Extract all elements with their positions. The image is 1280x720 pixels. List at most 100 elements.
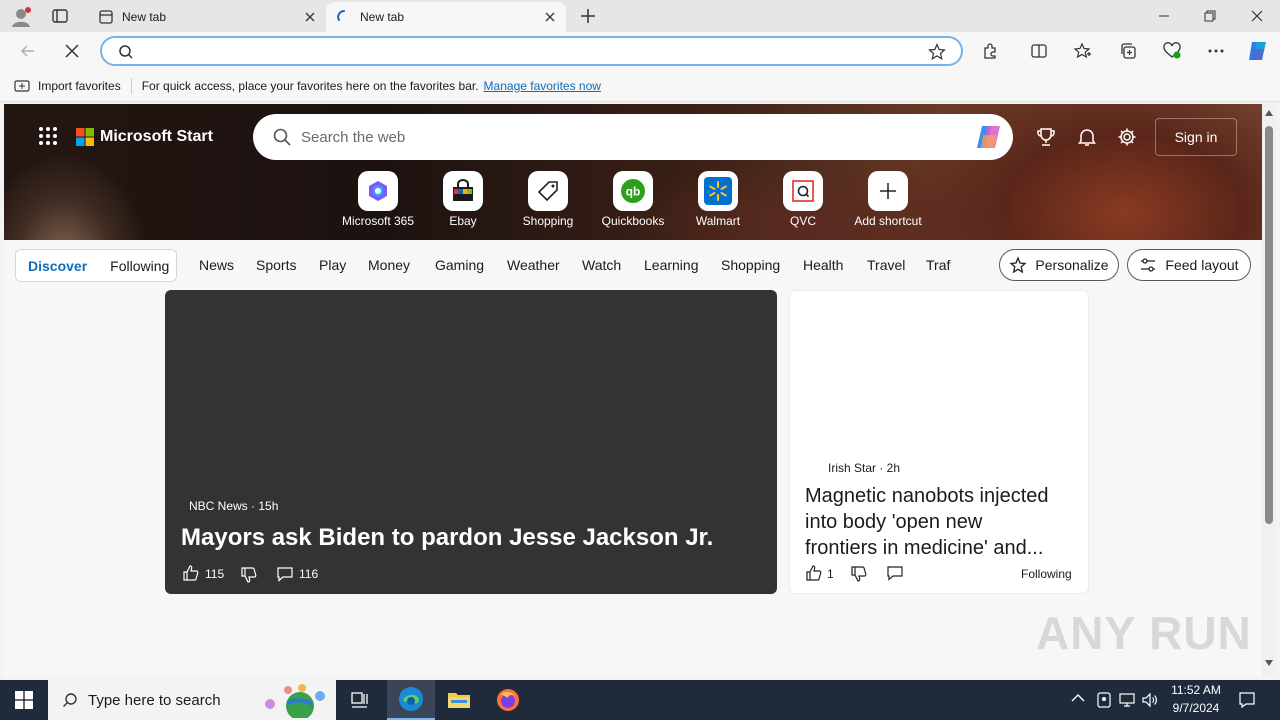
web-search-box[interactable]: Search the web	[253, 114, 1013, 160]
nav-item-money[interactable]: Money	[368, 257, 410, 273]
rewards-trophy-icon[interactable]	[1036, 127, 1056, 147]
close-window-button[interactable]	[1234, 0, 1280, 32]
like-count: 115	[205, 567, 225, 581]
star-favorite-icon[interactable]	[928, 43, 946, 61]
notifications-bell-icon[interactable]	[1077, 127, 1097, 147]
start-button[interactable]	[0, 680, 48, 720]
favorites-icon[interactable]	[1067, 35, 1099, 67]
shortcut-microsoft-365[interactable]: Microsoft 365	[336, 171, 420, 228]
card-headline[interactable]: Magnetic nanobots injected into body 'op…	[805, 483, 1049, 561]
notifications-icon[interactable]	[1238, 691, 1256, 709]
thumbs-up-icon[interactable]	[805, 564, 823, 582]
feed-layout-button[interactable]: Feed layout	[1127, 249, 1251, 281]
shortcut-quickbooks[interactable]: qb Quickbooks	[591, 171, 675, 228]
comment-icon[interactable]	[276, 565, 294, 583]
watermark: ANY RUN	[1036, 607, 1252, 659]
nav-item-watch[interactable]: Watch	[582, 257, 621, 273]
tab-active[interactable]: New tab	[326, 2, 566, 32]
chevron-up-icon[interactable]	[1071, 693, 1085, 703]
firefox-icon[interactable]	[484, 680, 532, 720]
more-options-icon[interactable]	[1200, 35, 1232, 67]
comment-count: 116	[299, 567, 319, 581]
browser-essentials-icon[interactable]	[1156, 35, 1188, 67]
nav-item-weather[interactable]: Weather	[507, 257, 560, 273]
brand-title[interactable]: Microsoft Start	[100, 128, 213, 146]
following-label[interactable]: Following	[1021, 567, 1072, 581]
card-headline-line: into body 'open new	[805, 511, 983, 533]
address-input[interactable]	[142, 42, 902, 62]
import-favorites-button[interactable]: Import favorites	[38, 79, 121, 93]
shortcut-add[interactable]: Add shortcut	[846, 171, 930, 228]
stop-loading-button[interactable]	[56, 35, 88, 67]
thumbs-down-icon[interactable]	[850, 565, 868, 583]
taskbar-search[interactable]: Type here to search	[48, 680, 336, 720]
hero-banner: Microsoft Start Search the web Sign in M…	[4, 104, 1262, 240]
extensions-icon[interactable]	[975, 35, 1007, 67]
nav-item-shopping[interactable]: Shopping	[721, 257, 780, 273]
quickbooks-icon: qb	[613, 171, 653, 211]
file-explorer-icon[interactable]	[435, 680, 483, 720]
restore-button[interactable]	[1187, 0, 1233, 32]
nav-item-gaming[interactable]: Gaming	[435, 257, 484, 273]
split-screen-icon[interactable]	[1023, 35, 1055, 67]
nav-item-sports[interactable]: Sports	[256, 257, 296, 273]
new-tab-button[interactable]	[578, 6, 598, 26]
microsoft-logo-icon	[76, 128, 94, 146]
minimize-button[interactable]	[1141, 0, 1187, 32]
nav-item-learning[interactable]: Learning	[644, 257, 699, 273]
nav-item-travel[interactable]: Travel	[867, 257, 905, 273]
vertical-scrollbar[interactable]	[1262, 104, 1276, 676]
svg-text:qb: qb	[626, 185, 641, 199]
close-icon[interactable]	[302, 9, 318, 25]
personalize-label: Personalize	[1035, 257, 1109, 273]
scrollbar-thumb[interactable]	[1265, 126, 1273, 524]
nav-item-play[interactable]: Play	[319, 257, 346, 273]
sign-in-button[interactable]: Sign in	[1155, 118, 1237, 156]
network-icon[interactable]	[1118, 691, 1136, 709]
meet-now-icon[interactable]	[1096, 691, 1112, 709]
like-count: 1	[827, 567, 834, 581]
scroll-down-arrow-icon[interactable]	[1265, 660, 1273, 666]
tab-title: New tab	[360, 10, 405, 24]
scroll-up-arrow-icon[interactable]	[1265, 110, 1273, 116]
clock-time[interactable]: 11:52 AM	[1170, 683, 1222, 697]
card-headline-line: Magnetic nanobots injected	[805, 485, 1049, 507]
tab-actions-icon[interactable]	[50, 6, 70, 26]
copilot-icon[interactable]	[1242, 35, 1274, 67]
clock-date[interactable]: 9/7/2024	[1170, 701, 1222, 715]
news-card-featured[interactable]: NBC News · 15h Mayors ask Biden to pardo…	[165, 290, 777, 594]
copilot-icon[interactable]	[973, 121, 1005, 153]
edge-taskbar-icon[interactable]	[387, 680, 435, 720]
card-headline[interactable]: Mayors ask Biden to pardon Jesse Jackson…	[181, 524, 713, 552]
nav-item-health[interactable]: Health	[803, 257, 843, 273]
thumbs-up-icon[interactable]	[182, 564, 200, 582]
settings-gear-icon[interactable]	[1117, 127, 1137, 147]
nav-item-traffic[interactable]: Traf	[926, 257, 950, 273]
import-favorites-icon[interactable]	[14, 78, 30, 94]
shortcut-shopping[interactable]: Shopping	[506, 171, 590, 228]
feed-nav: Discover Following News Sports Play Mone…	[4, 244, 1262, 294]
address-bar[interactable]	[100, 36, 963, 66]
tab-following[interactable]: Following	[110, 258, 169, 274]
shortcut-walmart[interactable]: Walmart	[676, 171, 760, 228]
search-placeholder[interactable]: Search the web	[301, 129, 973, 146]
manage-favorites-link[interactable]: Manage favorites now	[484, 79, 601, 93]
shortcut-ebay[interactable]: Ebay	[421, 171, 505, 228]
shortcut-qvc[interactable]: QVC	[761, 171, 845, 228]
volume-icon[interactable]	[1141, 691, 1159, 709]
thumbs-down-icon[interactable]	[240, 566, 258, 584]
personalize-button[interactable]: Personalize	[999, 249, 1119, 281]
comment-icon[interactable]	[886, 564, 904, 582]
profile-avatar[interactable]	[10, 6, 32, 28]
nav-item-news[interactable]: News	[199, 257, 234, 273]
tab-inactive[interactable]: New tab	[88, 2, 326, 32]
collections-icon[interactable]	[1112, 35, 1144, 67]
close-icon[interactable]	[542, 9, 558, 25]
tab-discover[interactable]: Discover	[28, 258, 87, 274]
task-view-icon[interactable]	[336, 680, 384, 720]
back-button[interactable]	[12, 35, 44, 67]
taskbar-search-placeholder: Type here to search	[88, 691, 221, 709]
taskbar: Type here to search 11:52 AM 9/7/2024	[0, 680, 1280, 720]
app-launcher-icon[interactable]	[38, 126, 58, 146]
news-card[interactable]: Irish Star · 2h Magnetic nanobots inject…	[789, 290, 1089, 594]
